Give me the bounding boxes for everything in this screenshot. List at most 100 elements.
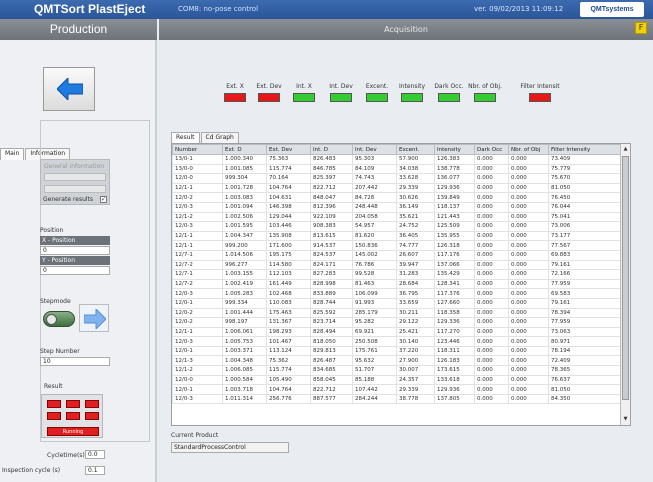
table-row[interactable]: 12/7-1 1.014.506 195.175 824.537 145.002 26.6… (172, 249, 622, 261)
table-cell: 12/0-3 (172, 221, 223, 232)
table-cell: 24.752 (396, 221, 435, 232)
table-row[interactable]: 12/0-3 1.005.753 101.467 818.050 250.508 30.1… (172, 336, 622, 347)
indicator-label: Ext. Dev (256, 83, 282, 90)
table-cell: 12/1-2 (172, 211, 223, 223)
table-cell: 0.000 (508, 307, 549, 319)
column-header[interactable]: Dark Occ (474, 144, 509, 155)
table-cell: 834.685 (310, 365, 353, 376)
table-row[interactable]: 12/0-0 999.304 70.164 825.397 74.743 33.628 13… (172, 173, 622, 184)
table-cell: 12/0-0 (172, 173, 223, 184)
table-cell: 85.188 (352, 374, 397, 386)
indicator-led (224, 93, 246, 102)
table-cell: 0.000 (508, 182, 549, 194)
table-row[interactable]: 13/0-1 1.000.340 75.363 826.483 95.303 57.900… (172, 154, 622, 165)
tab-cd-graph[interactable]: Cd Graph (200, 132, 239, 143)
table-row[interactable]: 12/7-1 1.003.155 112.103 827.283 99.528 31.28… (172, 269, 622, 280)
table-cell: 128.341 (434, 278, 475, 290)
table-cell: 0.000 (474, 182, 509, 194)
top-bar: QMTSort PlastEject COM8: no-pose control… (0, 0, 653, 19)
scroll-thumb[interactable] (622, 156, 629, 400)
column-header[interactable]: Excent. (396, 144, 435, 155)
table-row[interactable]: 12/1-1 1.006.061 198.293 828.494 69.921 25.42… (172, 326, 622, 338)
result-box: Running (41, 394, 103, 438)
table-cell: 1.003.371 (222, 345, 267, 357)
scroll-up-icon[interactable]: ▲ (622, 145, 629, 154)
table-cell: 75.779 (548, 163, 622, 175)
y-position-input[interactable]: 0 (40, 266, 110, 275)
step-forward-button[interactable] (79, 304, 109, 332)
cycletime-value: 0.0 (85, 450, 105, 459)
table-cell: 825.592 (310, 307, 353, 319)
column-header[interactable]: Intensity (434, 144, 475, 155)
table-row[interactable]: 12/0-1 1.003.718 104.764 822.712 107.442 29.3… (172, 384, 622, 395)
table-cell: 848.047 (310, 192, 353, 203)
table-cell: 57.900 (396, 154, 435, 165)
table-row[interactable]: 12/1-2 1.006.085 115.774 834.685 51.707 30.00… (172, 365, 622, 376)
back-button[interactable] (43, 67, 95, 111)
table-scrollbar[interactable]: ▲ ▼ (620, 144, 630, 425)
table-cell: 84.728 (352, 192, 397, 203)
step-number-input[interactable]: 10 (40, 357, 110, 366)
table-cell: 76.450 (548, 192, 622, 203)
tab-result[interactable]: Result (171, 132, 200, 143)
table-cell: 112.103 (266, 269, 311, 280)
table-row[interactable]: 12/0-2 1.001.444 175.463 825.592 285.179 30.2… (172, 307, 622, 319)
table-cell: 74.743 (352, 173, 397, 184)
table-row[interactable]: 12/0-3 1.001.094 146.398 812.396 248.448 36.1… (172, 201, 622, 213)
table-row[interactable]: 12/1-3 1.004.348 75.362 826.487 95.632 27.900… (172, 355, 622, 367)
table-cell: 36.795 (396, 288, 435, 299)
indicator-label: Filter Intensit (520, 83, 560, 90)
column-header[interactable]: Ext. D (222, 144, 267, 155)
column-header[interactable]: Nbr. of Obj (508, 144, 549, 155)
generate-results-checkbox[interactable]: ✓ (100, 196, 107, 203)
table-cell: 1.006.061 (222, 326, 267, 338)
table-row[interactable]: 12/0-1 1.003.371 113.124 829.813 175.761 37.2… (172, 345, 622, 357)
table-row[interactable]: 12/0-0 1.000.584 105.490 858.045 85.188 24.35… (172, 374, 622, 386)
column-header[interactable]: Int. Dev (352, 144, 397, 155)
table-cell: 0.000 (508, 345, 549, 357)
table-cell: 0.000 (508, 240, 549, 251)
scroll-down-icon[interactable]: ▼ (622, 415, 629, 424)
column-header[interactable]: Int. D (310, 144, 353, 155)
table-cell: 54.957 (352, 221, 397, 232)
table-cell: 256.776 (266, 393, 311, 405)
table-cell: 0.000 (508, 154, 549, 165)
table-row[interactable]: 12/7-2 1.002.419 161.449 828.998 81.463 28.68… (172, 278, 622, 290)
stepmode-toggle[interactable] (43, 311, 75, 327)
table-cell: 12/0-0 (172, 374, 223, 386)
table-cell: 150.836 (352, 240, 397, 251)
table-row[interactable]: 12/0-1 999.334 110.083 828.744 91.993 33.659 1… (172, 297, 622, 309)
table-row[interactable]: 12/1-1 1.001.728 104.764 822.712 207.442 29.3… (172, 182, 622, 194)
table-cell: 72.409 (548, 355, 622, 367)
table-cell: 114.580 (266, 259, 311, 271)
table-cell: 118.358 (434, 307, 475, 319)
cycletime-label: Cycletime(s) (47, 452, 85, 459)
table-cell: 0.000 (508, 365, 549, 376)
table-row[interactable]: 12/0-3 1.011.314 256.776 887.577 284.244 38.7… (172, 393, 622, 405)
column-header[interactable]: Number (172, 144, 223, 155)
x-position-input[interactable]: 0 (40, 246, 110, 255)
table-cell: 70.164 (266, 173, 311, 184)
table-row[interactable]: 12/1-1 1.004.347 135.908 813.615 81.620 36.40… (172, 230, 622, 242)
info-field-2[interactable] (44, 185, 106, 193)
table-row[interactable]: 12/7-2 996.277 114.580 824.171 76.786 39.947 1… (172, 259, 622, 271)
column-header[interactable]: Ext. Dev (266, 144, 311, 155)
table-cell: 37.220 (396, 345, 435, 357)
table-cell: 1.003.718 (222, 384, 267, 395)
table-row[interactable]: 12/0-3 1.005.283 102.468 833.889 106.099 36.7… (172, 288, 622, 299)
table-row[interactable]: 12/1-1 999.200 171.600 914.537 150.836 74.777… (172, 240, 622, 251)
table-row[interactable]: 12/0-2 1.003.083 104.631 848.047 84.728 30.62… (172, 192, 622, 203)
table-cell: 1.002.419 (222, 278, 267, 290)
column-header[interactable]: Filter Intensity (548, 144, 622, 155)
table-cell: 29.122 (396, 317, 435, 328)
table-cell: 121.443 (434, 211, 475, 223)
table-row[interactable]: 13/0-0 1.001.085 115.774 846.785 84.109 34.03… (172, 163, 622, 175)
table-row[interactable]: 12/0-3 1.001.595 103.446 908.383 54.957 24.75… (172, 221, 622, 232)
tab-main[interactable]: Main (0, 148, 25, 160)
info-field-1[interactable] (44, 173, 106, 181)
table-row[interactable]: 12/1-2 1.002.506 129.044 922.109 204.058 35.6… (172, 211, 622, 223)
table-row[interactable]: 12/0-2 998.197 131.367 823.714 95.282 29.122 1… (172, 317, 622, 328)
app-title: QMTSort PlastEject (34, 2, 146, 16)
corner-button[interactable]: F (635, 22, 647, 34)
indicator-led (258, 93, 280, 102)
